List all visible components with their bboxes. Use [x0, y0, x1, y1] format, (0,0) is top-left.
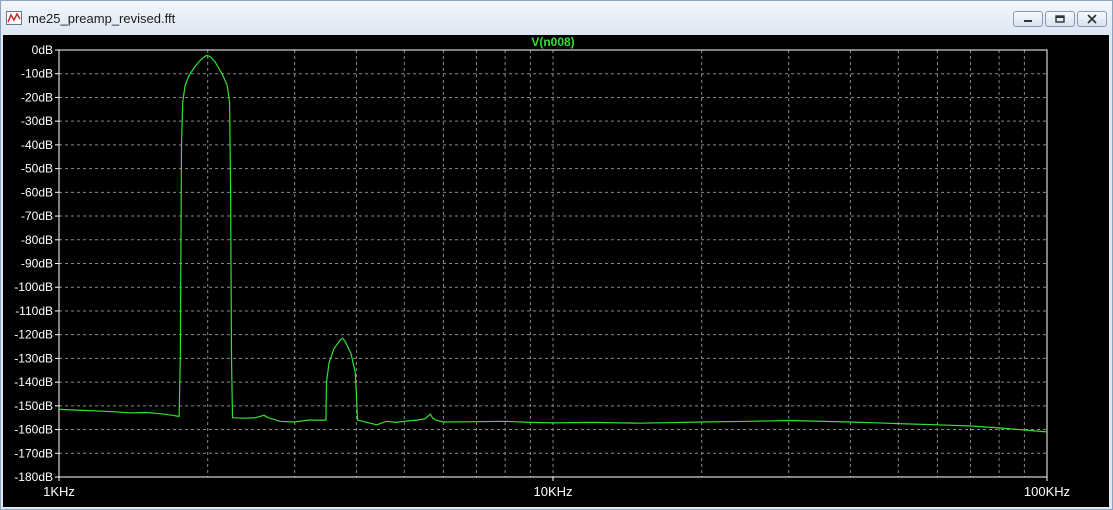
restore-icon	[1055, 15, 1065, 23]
y-tick-label: -90dB	[21, 257, 53, 271]
y-tick-label: -180dB	[14, 470, 53, 484]
x-tick-label: 100KHz	[1024, 484, 1070, 499]
y-tick-label: -170dB	[14, 446, 53, 460]
y-tick-label: -150dB	[14, 399, 53, 413]
y-tick-label: -130dB	[14, 351, 53, 365]
restore-button[interactable]	[1045, 11, 1075, 27]
y-tick-label: -120dB	[14, 328, 53, 342]
plot-pane[interactable]: 0dB -10dB -20dB -30dB -40dB -50dB -60dB -70dB -8…	[3, 35, 1109, 507]
y-tick-label: -40dB	[21, 138, 53, 152]
plot-window: me25_preamp_revised.fft 0dB -10dB -20dB -30…	[0, 0, 1113, 510]
y-tick-label: -10dB	[21, 67, 53, 81]
y-tick-label: -110dB	[15, 304, 53, 318]
title-bar[interactable]: me25_preamp_revised.fft	[1, 1, 1112, 35]
window-title: me25_preamp_revised.fft	[28, 11, 176, 26]
close-icon	[1087, 14, 1097, 24]
y-tick-label: -20dB	[21, 90, 53, 104]
y-tick-label: -100dB	[14, 280, 53, 294]
x-tick-label: 1KHz	[43, 484, 75, 499]
y-tick-label: -60dB	[21, 185, 53, 199]
y-tick-label: -30dB	[21, 114, 53, 128]
minimize-icon	[1024, 20, 1032, 22]
fft-chart[interactable]: 0dB -10dB -20dB -30dB -40dB -50dB -60dB -70dB -8…	[3, 35, 1109, 507]
chart-title: V(n008)	[531, 35, 574, 49]
minimize-button[interactable]	[1013, 11, 1043, 27]
waveform-app-icon	[6, 11, 22, 25]
y-tick-label: -80dB	[21, 233, 53, 247]
y-tick-label: 0dB	[32, 43, 53, 57]
close-button[interactable]	[1077, 11, 1107, 27]
y-tick-label: -140dB	[14, 375, 53, 389]
y-tick-label: -50dB	[21, 162, 53, 176]
x-tick-label: 10KHz	[533, 484, 572, 499]
y-tick-label: -160dB	[14, 423, 53, 437]
y-tick-label: -70dB	[21, 209, 53, 223]
